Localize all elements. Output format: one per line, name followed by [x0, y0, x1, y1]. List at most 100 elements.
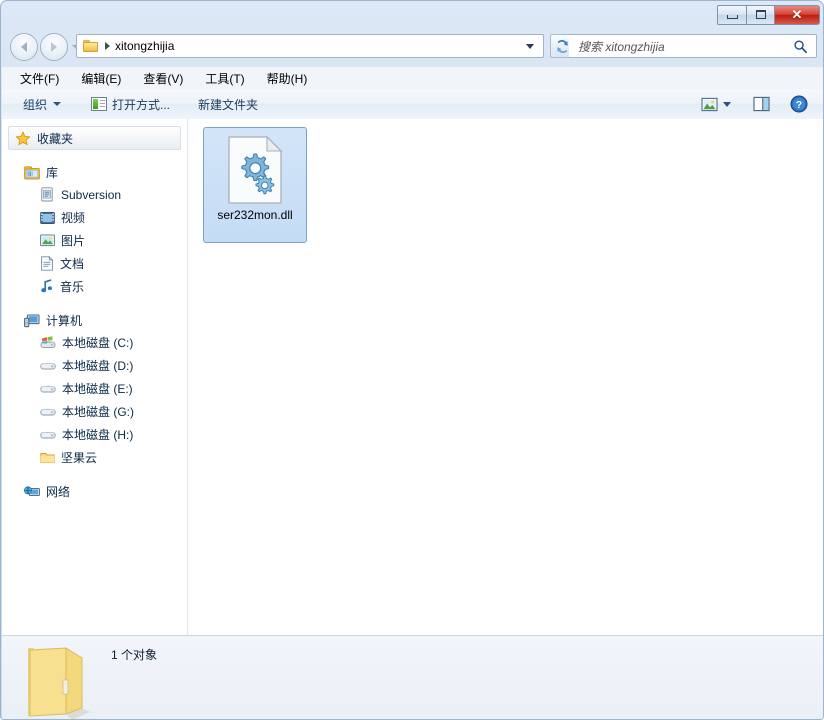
sidebar-item-drive-g[interactable]: 本地磁盘 (G:) — [2, 400, 187, 423]
forward-arrow-icon — [51, 42, 57, 52]
sidebar-item-computer[interactable]: 计算机 — [2, 310, 187, 331]
sidebar-item-drive-d[interactable]: 本地磁盘 (D:) — [2, 354, 187, 377]
navigation-pane: 收藏夹 库 Subversion 视频 图片 文档 音乐 计算机 本地磁盘 (C… — [2, 119, 188, 635]
menu-item-view[interactable]: 查看(V) — [135, 68, 191, 89]
drive-icon — [40, 362, 56, 369]
menu-item-file[interactable]: 文件(F) — [12, 68, 67, 89]
refresh-icon — [557, 39, 568, 53]
sidebar-item-drive-c[interactable]: 本地磁盘 (C:) — [2, 331, 187, 354]
library-icon — [24, 165, 40, 179]
sidebar-group-network: 网络 — [2, 481, 187, 502]
sidebar-item-drive-e[interactable]: 本地磁盘 (E:) — [2, 377, 187, 400]
sidebar-item-network[interactable]: 网络 — [2, 481, 187, 502]
library-label: 库 — [46, 166, 59, 180]
svg-text:?: ? — [796, 99, 802, 111]
video-icon — [40, 211, 55, 224]
chevron-right-icon[interactable] — [105, 42, 110, 50]
drive-h-label: 本地磁盘 (H:) — [62, 428, 134, 442]
menu-item-help[interactable]: 帮助(H) — [259, 68, 316, 89]
organize-button[interactable]: 组织 — [16, 93, 68, 115]
preview-pane-button[interactable] — [749, 92, 774, 116]
explorer-body: 收藏夹 库 Subversion 视频 图片 文档 音乐 计算机 本地磁盘 (C… — [2, 119, 823, 635]
close-button[interactable]: ✕ — [775, 4, 820, 25]
star-icon — [15, 131, 31, 145]
status-bar: 1 个对象 — [2, 635, 823, 719]
help-icon: ? — [790, 95, 808, 113]
new-folder-label: 新建文件夹 — [198, 97, 259, 112]
minimize-icon — [726, 15, 738, 19]
drive-e-label: 本地磁盘 (E:) — [62, 382, 133, 396]
sidebar-item-favorites[interactable]: 收藏夹 — [8, 126, 181, 150]
sidebar-item-drive-h[interactable]: 本地磁盘 (H:) — [2, 423, 187, 446]
chevron-down-icon — [53, 102, 62, 106]
view-options-button[interactable] — [697, 92, 749, 116]
search-box[interactable]: 搜索 xitongzhijia — [569, 34, 817, 58]
sidebar-group-computer: 计算机 本地磁盘 (C:) 本地磁盘 (D:) 本地磁盘 (E:) 本地磁盘 (… — [2, 310, 187, 469]
sidebar-item-library[interactable]: 库 — [2, 162, 187, 183]
computer-icon — [24, 314, 40, 327]
sidebar-item-videos[interactable]: 视频 — [2, 206, 187, 229]
open-with-label: 打开方式... — [112, 97, 171, 112]
network-icon — [24, 485, 40, 496]
window-controls: ✕ — [717, 4, 820, 25]
drive-icon — [40, 408, 56, 415]
new-folder-button[interactable]: 新建文件夹 — [191, 93, 265, 115]
system-drive-icon — [40, 335, 56, 348]
sidebar-item-documents[interactable]: 文档 — [2, 252, 187, 275]
folder-large-icon — [28, 647, 90, 719]
maximize-button[interactable] — [746, 4, 775, 25]
close-icon: ✕ — [791, 7, 803, 22]
back-button[interactable] — [10, 33, 38, 61]
music-label: 音乐 — [60, 280, 85, 294]
drive-icon — [40, 431, 56, 438]
videos-label: 视频 — [61, 211, 86, 225]
navigation-row: xitongzhijia 搜索 xitongzhijia — [1, 29, 823, 64]
drive-g-label: 本地磁盘 (G:) — [62, 405, 134, 419]
maximize-icon — [755, 10, 766, 19]
command-toolbar: 组织 打开方式... 新建文件夹 ? — [2, 89, 823, 120]
nutstore-label: 坚果云 — [61, 451, 98, 465]
search-input[interactable]: 搜索 xitongzhijia — [578, 38, 665, 55]
search-icon[interactable] — [793, 39, 808, 54]
title-bar: ✕ — [1, 1, 823, 29]
help-button[interactable]: ? — [786, 92, 812, 116]
list-item[interactable]: ser232mon.dll — [203, 127, 307, 243]
preview-pane-icon — [753, 96, 770, 112]
pictures-icon — [40, 234, 55, 247]
subversion-icon — [41, 187, 53, 202]
menu-bar: 文件(F) 编辑(E) 查看(V) 工具(T) 帮助(H) — [2, 67, 823, 89]
pictures-label: 图片 — [61, 234, 86, 248]
sidebar-item-music[interactable]: 音乐 — [2, 275, 187, 298]
drive-c-label: 本地磁盘 (C:) — [62, 336, 134, 350]
sidebar-item-nutstore[interactable]: 坚果云 — [2, 446, 187, 469]
network-label: 网络 — [46, 485, 71, 499]
address-bar[interactable]: xitongzhijia — [76, 34, 544, 58]
sidebar-group-library: 库 Subversion 视频 图片 文档 音乐 — [2, 162, 187, 298]
explorer-window: ✕ xitongzhijia 搜索 xitongzhijia 文件(F) 编辑(… — [0, 0, 824, 720]
view-options-icon — [701, 97, 718, 111]
folder-icon — [83, 39, 99, 53]
documents-label: 文档 — [60, 257, 85, 271]
favorites-label: 收藏夹 — [37, 131, 74, 146]
chevron-down-icon[interactable] — [526, 43, 534, 49]
drive-icon — [40, 385, 56, 392]
back-arrow-icon — [21, 42, 27, 52]
menu-item-edit[interactable]: 编辑(E) — [73, 68, 129, 89]
subversion-label: Subversion — [61, 187, 122, 202]
menu-item-tools[interactable]: 工具(T) — [197, 68, 252, 89]
chevron-down-icon[interactable] — [723, 101, 731, 107]
folder-icon — [40, 452, 55, 464]
forward-button[interactable] — [40, 33, 68, 61]
sidebar-item-pictures[interactable]: 图片 — [2, 229, 187, 252]
file-name-label: ser232mon.dll — [217, 208, 293, 222]
minimize-button[interactable] — [717, 4, 746, 25]
computer-label: 计算机 — [46, 314, 83, 328]
sidebar-item-subversion[interactable]: Subversion — [2, 183, 187, 206]
dll-gear-icon — [227, 135, 283, 204]
breadcrumb-current[interactable]: xitongzhijia — [115, 39, 174, 53]
open-with-icon — [91, 97, 108, 111]
open-with-button[interactable]: 打开方式... — [84, 93, 177, 115]
file-list-pane[interactable]: ser232mon.dll — [189, 119, 823, 635]
nav-buttons — [10, 33, 80, 61]
toolbar-right-group: ? — [697, 92, 812, 116]
